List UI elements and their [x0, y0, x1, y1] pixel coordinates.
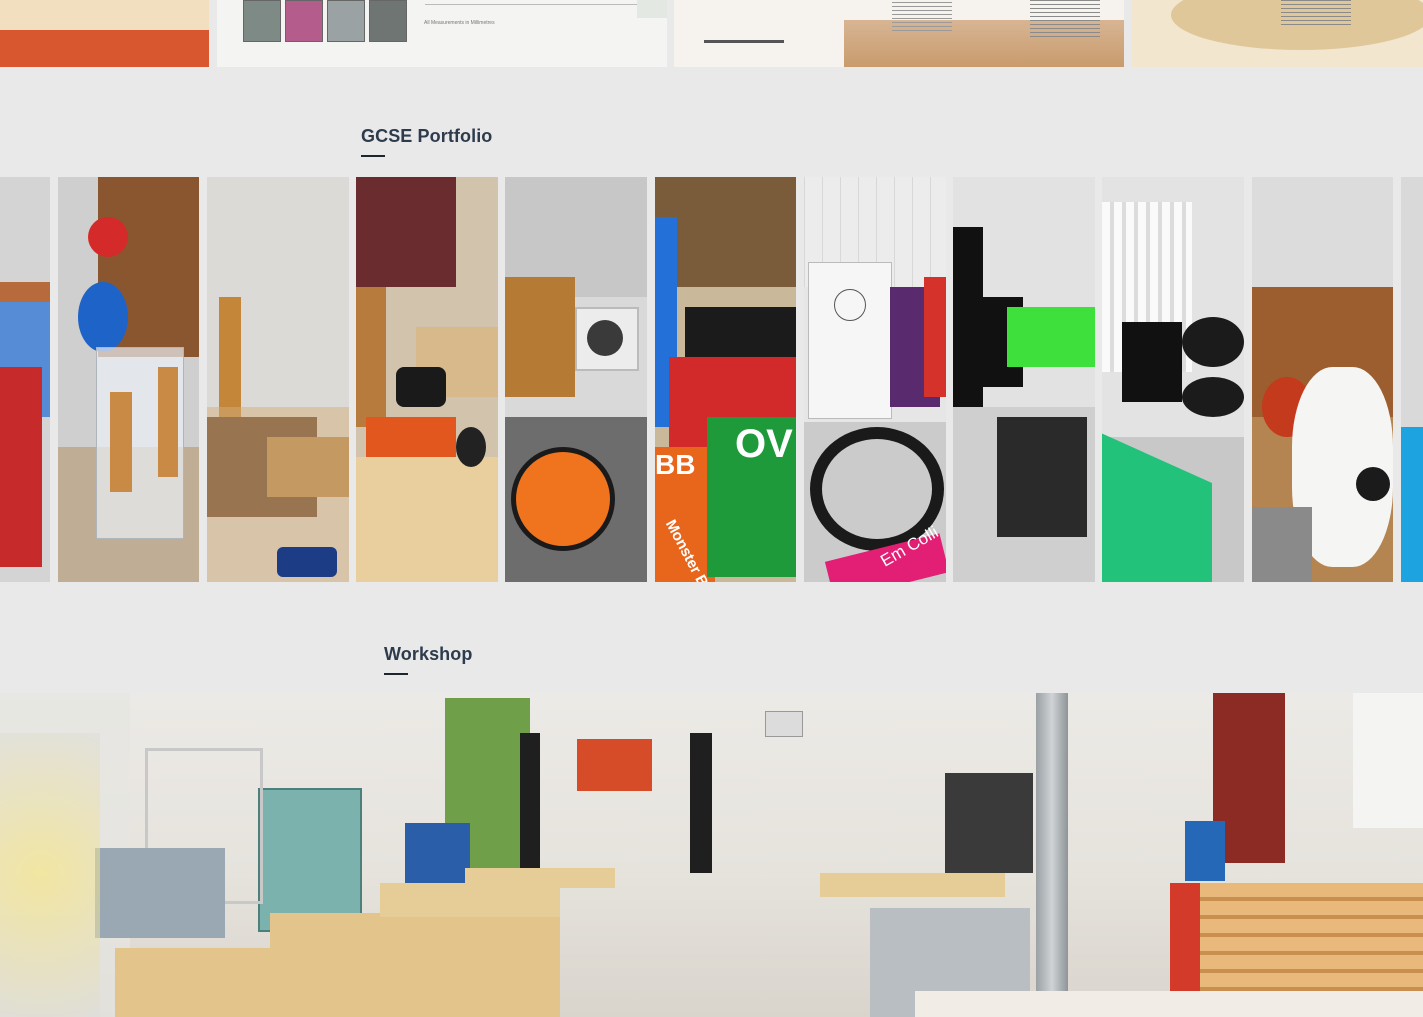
gallery-tile-cut-off[interactable] — [1401, 177, 1423, 582]
table-block — [637, 0, 667, 18]
machine — [258, 788, 362, 932]
gallery-tile-monster-beats[interactable]: BB OV Monster Beats — [655, 177, 796, 582]
orange-band — [0, 30, 209, 67]
title-underline — [384, 673, 408, 675]
gallery-tile-green-comb[interactable] — [1102, 177, 1244, 582]
workbench — [465, 868, 615, 888]
machine — [405, 823, 470, 883]
top-image-strip: All Measurements in Millimetres — [0, 0, 1423, 67]
hanging-bags — [0, 733, 100, 1017]
poster — [765, 711, 803, 737]
gallery-tile-acrylic-holder[interactable] — [58, 177, 199, 582]
chair-thumb — [285, 0, 323, 42]
table-rule — [425, 4, 645, 5]
gcse-portfolio-gallery: BB OV Monster Beats Em Colli — [0, 177, 1423, 582]
workbench — [380, 883, 560, 917]
workbench — [270, 913, 560, 1017]
gallery-tile-wood-pieces[interactable] — [356, 177, 498, 582]
gallery-tile-red-blue-boxes[interactable] — [0, 177, 50, 582]
top-tile-table-sheet[interactable] — [1131, 0, 1423, 67]
lathe — [95, 848, 225, 938]
workshop-title: Workshop — [384, 644, 473, 664]
gallery-tile-speaker[interactable] — [505, 177, 647, 582]
workshop-photo — [0, 693, 1423, 1017]
top-tile-orange-cover[interactable] — [0, 0, 209, 67]
poster — [1353, 693, 1423, 828]
gallery-tile-black-pieces[interactable] — [953, 177, 1095, 582]
poster — [577, 739, 652, 791]
wooden-bench — [1200, 883, 1423, 993]
title-underline — [361, 155, 385, 157]
workbench — [915, 991, 1423, 1017]
bb-text: BB — [655, 449, 696, 480]
gallery-tile-wooden-box[interactable] — [207, 177, 349, 582]
support-pillar — [1036, 693, 1068, 1017]
gcse-portfolio-title: GCSE Portfolio — [361, 126, 493, 146]
text-block — [1281, 0, 1351, 26]
machine — [1185, 821, 1225, 881]
text-block — [892, 2, 952, 32]
measurement-caption: All Measurements in Millimetres — [424, 20, 495, 26]
machine — [945, 773, 1033, 873]
workbench — [115, 948, 275, 1017]
gallery-tile-sheep-model[interactable] — [1252, 177, 1393, 582]
chair-thumb — [243, 0, 281, 42]
top-tile-chair-sheet[interactable]: All Measurements in Millimetres — [217, 0, 667, 67]
chair-thumb — [369, 0, 407, 42]
ov-text: OV — [735, 422, 793, 466]
workbench — [820, 873, 1005, 897]
chair-thumb — [327, 0, 365, 42]
top-tile-desk-sheet[interactable] — [674, 0, 1124, 67]
chair-base — [704, 0, 784, 43]
text-block — [1030, 0, 1100, 40]
gallery-tile-white-box[interactable]: Em Colli — [804, 177, 946, 582]
